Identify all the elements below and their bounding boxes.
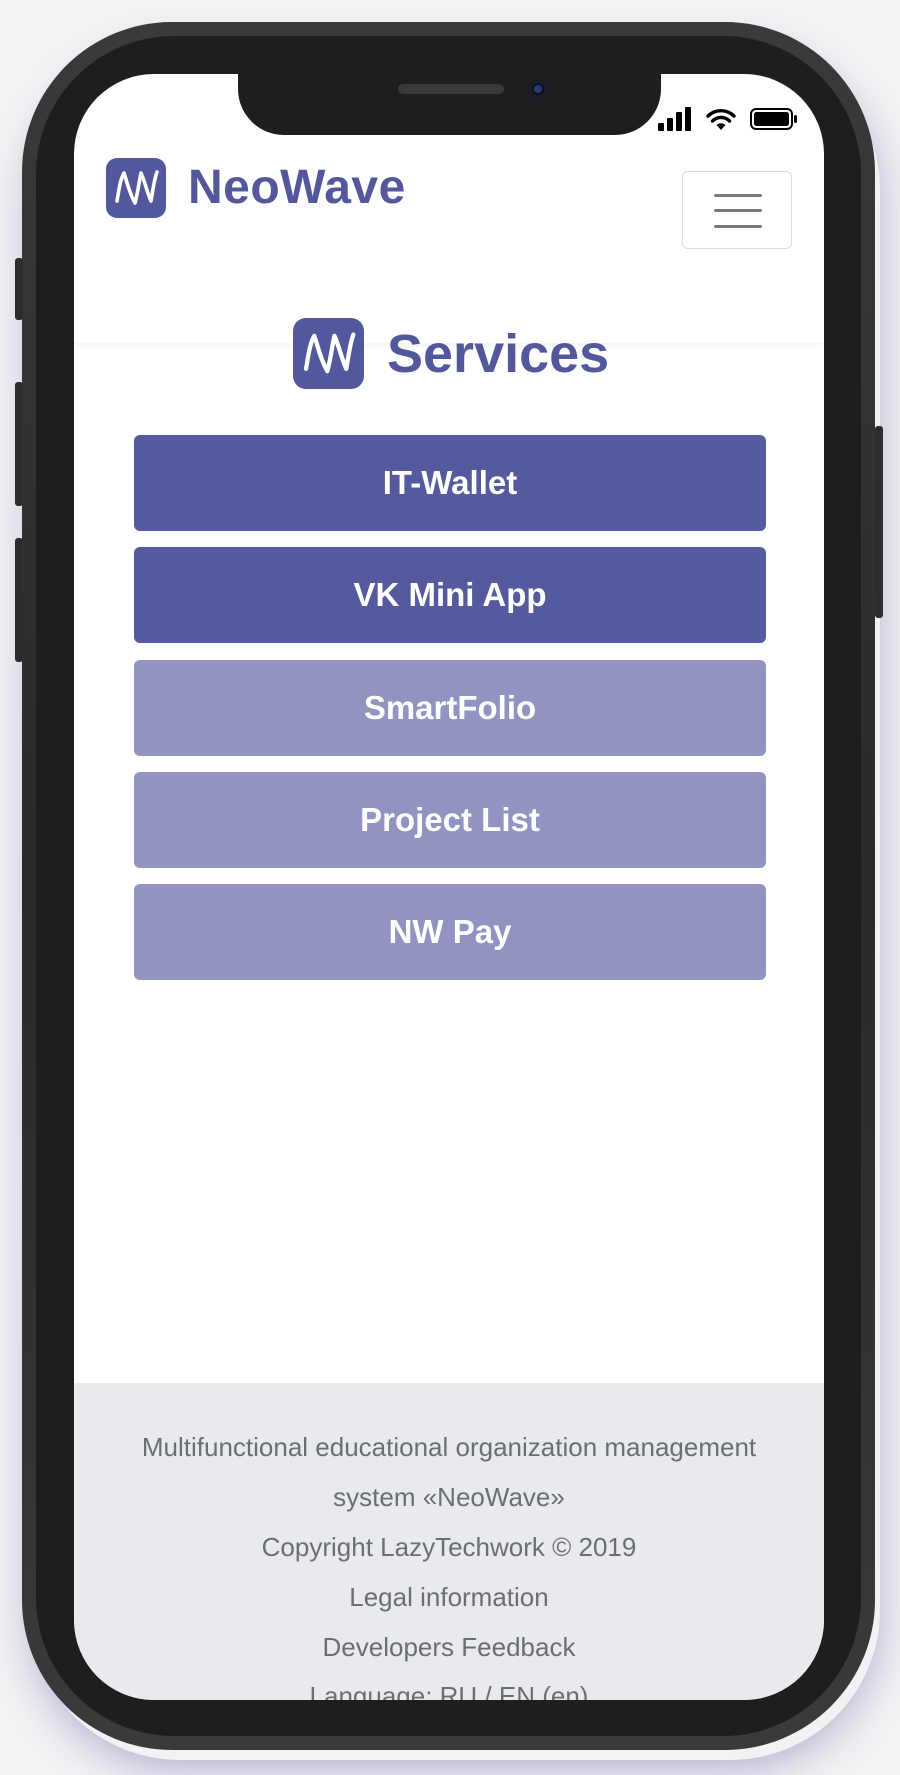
notch	[238, 74, 661, 135]
front-camera-icon	[528, 79, 548, 99]
footer-description-line-1: Multifunctional educational organization…	[141, 1432, 757, 1462]
neowave-logo-icon	[293, 318, 364, 389]
battery-full-icon	[750, 108, 797, 130]
service-button-vk-mini-app[interactable]: VK Mini App	[134, 547, 766, 643]
volume-up-button	[15, 382, 23, 506]
service-button-project-list[interactable]: Project List	[134, 772, 766, 868]
footer-description-line-2: system «NeoWave»	[333, 1482, 565, 1512]
volume-down-button	[15, 538, 23, 662]
footer-copyright: Copyright LazyTechwork © 2019	[261, 1532, 637, 1562]
status-bar	[658, 106, 798, 132]
menu-toggle-button[interactable]	[682, 171, 792, 249]
neowave-logo-icon[interactable]	[106, 158, 166, 218]
footer-language-row: Language: RU / EN (en)	[74, 1676, 824, 1700]
speaker-grille	[398, 84, 504, 94]
service-button-nw-pay[interactable]: NW Pay	[134, 884, 766, 980]
screen: NeoWave Services IT-Wallet VK Mini App S…	[74, 74, 824, 1700]
hamburger-menu-icon	[714, 194, 762, 197]
wifi-icon	[706, 109, 736, 130]
service-button-it-wallet[interactable]: IT-Wallet	[134, 435, 766, 531]
brand-name[interactable]: NeoWave	[188, 156, 406, 220]
service-button-smartfolio[interactable]: SmartFolio	[134, 660, 766, 756]
hamburger-menu-icon	[714, 209, 762, 212]
developers-feedback-link[interactable]: Developers Feedback	[323, 1632, 576, 1662]
language-switch-link[interactable]: Language: RU / EN (en)	[310, 1681, 589, 1700]
cellular-signal-icon	[658, 107, 691, 131]
page-title: Services	[387, 324, 610, 384]
legal-information-link[interactable]: Legal information	[349, 1582, 548, 1612]
footer: Multifunctional educational organization…	[74, 1383, 824, 1700]
power-button	[875, 426, 883, 618]
hamburger-menu-icon	[714, 225, 762, 228]
footer-feedback-row: Developers Feedback	[74, 1627, 824, 1667]
silent-switch	[15, 258, 23, 320]
footer-legal-row: Legal information	[74, 1577, 824, 1617]
